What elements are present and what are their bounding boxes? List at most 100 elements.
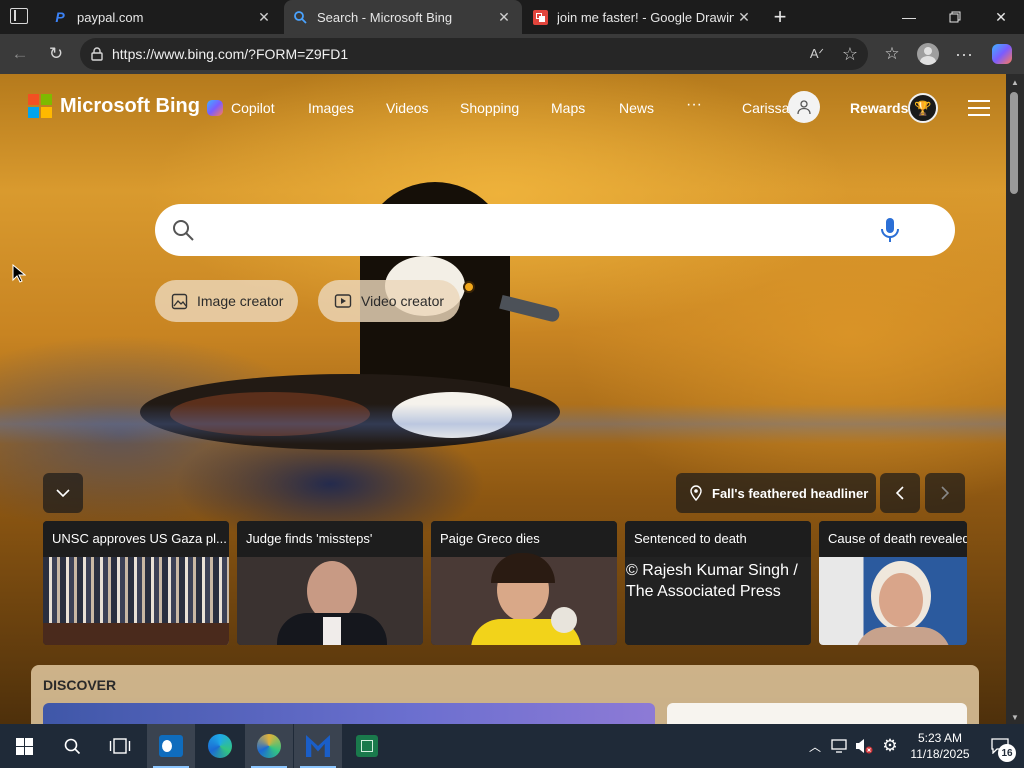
- taskbar-sheets[interactable]: [343, 724, 391, 768]
- close-window-button[interactable]: ✕: [978, 0, 1024, 34]
- previous-image-button[interactable]: [880, 473, 920, 513]
- news-card[interactable]: UNSC approves US Gaza pl...: [43, 521, 229, 645]
- image-creator-button[interactable]: Image creator: [155, 280, 298, 322]
- back-button[interactable]: ←: [4, 38, 36, 70]
- user-avatar-icon[interactable]: [788, 91, 820, 123]
- news-card-image: [43, 557, 229, 645]
- minimize-button[interactable]: —: [886, 0, 932, 34]
- paypal-icon: P: [55, 9, 65, 25]
- search-button[interactable]: [48, 724, 96, 768]
- show-hidden-icons-chevron-up-icon[interactable]: ︿: [804, 724, 826, 768]
- taskbar-malwarebytes[interactable]: [294, 724, 342, 768]
- news-card[interactable]: Cause of death revealed: [819, 521, 967, 645]
- logo-text: Microsoft Bing: [60, 94, 200, 117]
- bing-homepage: Microsoft Bing Copilot Images Videos Sho…: [0, 74, 1006, 724]
- restore-button[interactable]: [932, 0, 978, 34]
- microphone-icon[interactable]: [879, 217, 901, 243]
- search-icon: [173, 220, 194, 241]
- lock-icon[interactable]: [90, 47, 104, 61]
- video-creator-button[interactable]: Video creator: [318, 280, 460, 322]
- url-text[interactable]: https://www.bing.com/?FORM=Z9FD1: [112, 46, 348, 62]
- tab-title: join me faster! - Google Drawings: [557, 9, 734, 25]
- tab-title: Search - Microsoft Bing: [317, 9, 453, 25]
- trophy-icon[interactable]: 🏆: [908, 93, 938, 123]
- nav-copilot[interactable]: Copilot: [207, 100, 275, 116]
- settings-gear-icon[interactable]: ⚙: [878, 724, 902, 768]
- video-creator-icon: [334, 294, 352, 308]
- nav-videos[interactable]: Videos: [386, 100, 429, 116]
- favorite-star-icon[interactable]: ☆: [842, 44, 858, 65]
- collapse-feed-button[interactable]: [43, 473, 83, 513]
- news-card-title: Judge finds 'missteps': [237, 521, 423, 557]
- taskbar-edge[interactable]: [196, 724, 244, 768]
- nav-more-button[interactable]: ···: [686, 96, 702, 114]
- scroll-up-icon[interactable]: ▲: [1011, 78, 1019, 87]
- news-card-image: [819, 557, 967, 645]
- copilot-icon[interactable]: [986, 38, 1018, 70]
- news-card-image: [431, 553, 617, 645]
- nav-maps[interactable]: Maps: [551, 100, 585, 116]
- news-card[interactable]: Paige Greco dies: [431, 521, 617, 645]
- hamburger-menu-icon[interactable]: [968, 100, 990, 116]
- taskbar-outlook[interactable]: [147, 724, 195, 768]
- nav-images[interactable]: Images: [308, 100, 354, 116]
- read-aloud-icon[interactable]: Aᐟ: [810, 46, 824, 62]
- more-options-icon[interactable]: ···: [948, 38, 980, 70]
- edge-icon: [208, 734, 232, 758]
- tab-paypal[interactable]: P paypal.com ✕: [44, 0, 282, 34]
- user-name[interactable]: Carissa: [742, 100, 789, 116]
- search-box[interactable]: [155, 204, 955, 256]
- task-view-button[interactable]: [96, 724, 144, 768]
- copilot-icon: [207, 100, 223, 116]
- image-info-button[interactable]: Fall's feathered headliner: [676, 473, 876, 513]
- background-water-ripple: [0, 404, 1006, 444]
- nav-shopping[interactable]: Shopping: [460, 100, 519, 116]
- search-icon: [292, 9, 308, 25]
- search-input[interactable]: [211, 214, 871, 246]
- new-tab-button[interactable]: +: [766, 0, 794, 34]
- rewards-label[interactable]: Rewards: [850, 100, 908, 116]
- taskbar-edge-canary[interactable]: [245, 724, 293, 768]
- task-view-icon: [109, 738, 131, 754]
- tab-bing[interactable]: Search - Microsoft Bing ✕: [284, 0, 522, 34]
- news-card-title: UNSC approves US Gaza pl...: [43, 521, 229, 557]
- scroll-down-icon[interactable]: ▼: [1011, 713, 1019, 722]
- nav-news[interactable]: News: [619, 100, 654, 116]
- notification-count-badge: 16: [998, 744, 1016, 762]
- discover-section: DISCOVER: [31, 665, 979, 724]
- news-card-title: Sentenced to death: [625, 521, 811, 557]
- malwarebytes-icon: [306, 735, 330, 757]
- tab-google-drawings[interactable]: join me faster! - Google Drawings ✕: [524, 0, 762, 34]
- outlook-icon: [159, 735, 183, 757]
- news-card-image-alt-text: © Rajesh Kumar Singh / The Associated Pr…: [625, 557, 811, 645]
- next-image-button[interactable]: [925, 473, 965, 513]
- close-tab-icon[interactable]: ✕: [494, 9, 514, 26]
- tab-title: paypal.com: [77, 9, 144, 25]
- volume-muted-icon[interactable]: [852, 724, 876, 768]
- search-icon: [64, 738, 81, 755]
- clock-date: 11/18/2025: [910, 747, 970, 761]
- chevron-right-icon: [941, 486, 949, 500]
- favorites-icon[interactable]: ☆: [876, 38, 908, 70]
- chevron-down-icon: [56, 489, 70, 497]
- profile-avatar[interactable]: [912, 38, 944, 70]
- start-button[interactable]: [0, 724, 48, 768]
- clock-time: 5:23 AM: [917, 731, 963, 745]
- tab-actions-icon[interactable]: [10, 8, 28, 24]
- network-icon[interactable]: [828, 724, 850, 768]
- scrollbar-thumb[interactable]: [1010, 92, 1018, 194]
- news-card[interactable]: Judge finds 'missteps': [237, 521, 423, 645]
- discover-card[interactable]: [43, 703, 655, 724]
- sheets-icon: [356, 735, 378, 757]
- address-bar[interactable]: https://www.bing.com/?FORM=Z9FD1 Aᐟ ☆: [80, 38, 868, 70]
- notifications-button[interactable]: 16: [980, 724, 1020, 768]
- refresh-button[interactable]: ↻: [40, 38, 72, 70]
- clock[interactable]: 5:23 AM 11/18/2025: [904, 724, 976, 768]
- discover-label: DISCOVER: [43, 677, 117, 693]
- news-card[interactable]: Sentenced to death © Rajesh Kumar Singh …: [625, 521, 811, 645]
- bing-logo[interactable]: Microsoft Bing: [28, 94, 200, 118]
- discover-card[interactable]: [667, 703, 967, 724]
- close-tab-icon[interactable]: ✕: [254, 9, 274, 26]
- close-tab-icon[interactable]: ✕: [734, 9, 754, 26]
- microsoft-logo-icon: [28, 94, 52, 118]
